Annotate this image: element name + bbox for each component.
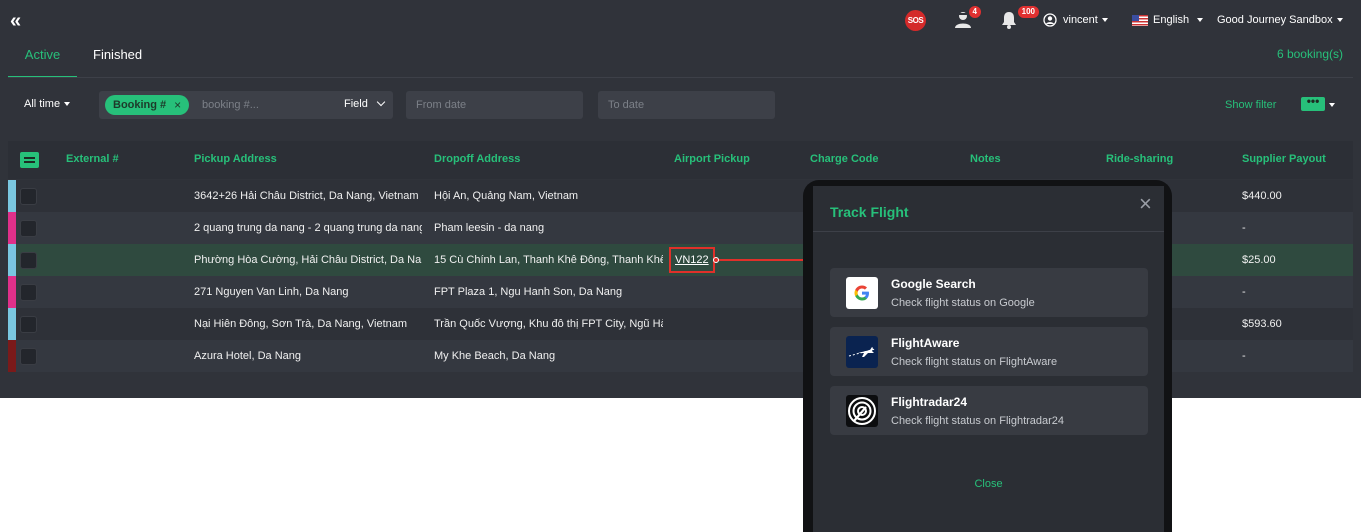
- row-status-strip: [8, 340, 16, 372]
- option-name: Google Search: [891, 277, 976, 291]
- option-name: Flightradar24: [891, 395, 968, 409]
- option-flightaware[interactable]: FlightAware Check flight status on Fligh…: [830, 327, 1148, 376]
- to-date-input[interactable]: [598, 91, 775, 119]
- row-checkbox[interactable]: [20, 252, 37, 269]
- column-header-pickup[interactable]: Pickup Address: [194, 153, 277, 165]
- option-name: FlightAware: [891, 336, 960, 350]
- column-header-ride-sharing[interactable]: Ride-sharing: [1106, 153, 1173, 165]
- more-actions-button[interactable]: •••: [1301, 95, 1325, 111]
- row-status-strip: [8, 244, 16, 276]
- flightaware-logo-icon: [846, 336, 878, 368]
- sos-button[interactable]: SOS: [905, 10, 926, 31]
- cell-pickup: 3642+26 Hải Châu District, Da Nang, Viet…: [194, 190, 419, 202]
- row-checkbox[interactable]: [20, 348, 37, 365]
- user-caret-icon: [1101, 18, 1108, 22]
- cell-dropoff: Trần Quốc Vượng, Khu đô thị FPT City, Ng…: [434, 318, 663, 330]
- column-header-airport[interactable]: Airport Pickup: [674, 153, 750, 165]
- user-menu[interactable]: vincent: [1043, 10, 1108, 30]
- time-range-caret-icon: [64, 102, 71, 106]
- cell-pickup: 2 quang trung da nang - 2 quang trung da…: [194, 222, 422, 234]
- column-header-supplier-payout[interactable]: Supplier Payout: [1242, 153, 1326, 165]
- row-checkbox[interactable]: [20, 220, 37, 237]
- search-input[interactable]: [202, 97, 322, 113]
- close-icon[interactable]: ×: [1139, 193, 1152, 215]
- cell-pickup: Phường Hòa Cường, Hải Châu District, Da …: [194, 254, 422, 266]
- top-bar: « SOS 4 100 vincent English Good Journey…: [0, 0, 1361, 40]
- row-status-strip: [8, 276, 16, 308]
- collapse-sidebar-icon[interactable]: «: [10, 11, 30, 31]
- language-select[interactable]: English: [1132, 10, 1204, 30]
- cell-dropoff: My Khe Beach, Da Nang: [434, 350, 556, 362]
- tab-active[interactable]: Active: [8, 42, 77, 78]
- cell-pickup: Nại Hiên Đông, Sơn Trà, Da Nang, Vietnam: [194, 318, 408, 330]
- time-range-label: All time: [24, 98, 61, 110]
- option-flightradar24[interactable]: Flightradar24 Check flight status on Fli…: [830, 386, 1148, 435]
- bell-icon: 100: [999, 6, 1039, 30]
- driver-alerts-button[interactable]: 4: [953, 6, 981, 30]
- annotation-arrow-line: [717, 259, 805, 261]
- row-checkbox[interactable]: [20, 284, 37, 301]
- driver-icon: 4: [953, 6, 981, 30]
- cell-dropoff: Pham leesin - da nang: [434, 222, 545, 234]
- time-range-select[interactable]: All time: [24, 98, 71, 110]
- booking-count: 6 booking(s): [1276, 47, 1343, 61]
- language-label: English: [1153, 14, 1190, 26]
- modal-divider: [813, 231, 1164, 232]
- track-flight-modal: Track Flight × Google Search Check fligh…: [813, 186, 1164, 532]
- option-description: Check flight status on Google: [891, 297, 1035, 309]
- cell-payout: $25.00: [1242, 254, 1276, 266]
- option-description: Check flight status on FlightAware: [891, 356, 1058, 368]
- option-google-search[interactable]: Google Search Check flight status on Goo…: [830, 268, 1148, 317]
- notifications-badge: 100: [1017, 6, 1039, 18]
- column-header-notes[interactable]: Notes: [970, 153, 1001, 165]
- search-group: Booking # × Field: [99, 91, 393, 119]
- account-label: Good Journey Sandbox: [1217, 14, 1333, 26]
- column-header-external[interactable]: External #: [66, 153, 119, 165]
- modal-close-button[interactable]: Close: [813, 478, 1164, 490]
- option-description: Check flight status on Flightradar24: [891, 415, 1065, 427]
- column-header-dropoff[interactable]: Dropoff Address: [434, 153, 520, 165]
- column-settings-icon[interactable]: [20, 152, 39, 168]
- user-avatar-icon: [1043, 13, 1057, 27]
- airport-flight-link[interactable]: VN122: [675, 254, 709, 266]
- notifications-button[interactable]: 100: [999, 6, 1039, 30]
- row-status-strip: [8, 180, 16, 212]
- from-date-input[interactable]: [406, 91, 583, 119]
- modal-title: Track Flight: [830, 204, 909, 220]
- more-actions-caret-icon[interactable]: [1329, 103, 1335, 107]
- field-select[interactable]: Field: [344, 97, 386, 110]
- tab-finished[interactable]: Finished: [93, 42, 142, 78]
- cell-payout: -: [1242, 286, 1246, 298]
- cell-pickup: 271 Nguyen Van Linh, Da Nang: [194, 286, 349, 298]
- account-select[interactable]: Good Journey Sandbox: [1217, 10, 1343, 30]
- cell-payout: $440.00: [1242, 190, 1282, 202]
- column-header-charge-code[interactable]: Charge Code: [810, 153, 878, 165]
- flightradar24-logo-icon: [846, 395, 878, 427]
- cell-pickup: Azura Hotel, Da Nang: [194, 350, 301, 362]
- chip-remove-icon[interactable]: ×: [174, 98, 181, 112]
- language-caret-icon: [1197, 18, 1204, 22]
- cell-dropoff: FPT Plaza 1, Ngu Hanh Son, Da Nang: [434, 286, 623, 298]
- row-status-strip: [8, 308, 16, 340]
- filter-chip-booking[interactable]: Booking # ×: [105, 95, 190, 115]
- field-select-label: Field: [344, 98, 368, 110]
- row-checkbox[interactable]: [20, 188, 37, 205]
- cell-payout: -: [1242, 222, 1246, 234]
- us-flag-icon: [1132, 14, 1148, 26]
- google-logo-icon: [846, 277, 878, 309]
- cell-payout: $593.60: [1242, 318, 1282, 330]
- driver-alerts-badge: 4: [968, 6, 981, 18]
- show-filter-link[interactable]: Show filter: [1225, 99, 1276, 111]
- booking-tabs: Active Finished: [8, 42, 142, 78]
- cell-dropoff: 15 Cù Chính Lan, Thanh Khê Đông, Thanh K…: [434, 254, 663, 266]
- annotation-arrow-dot: [713, 257, 719, 263]
- user-name: vincent: [1063, 14, 1098, 26]
- chevron-down-icon: [376, 97, 386, 107]
- cell-payout: -: [1242, 350, 1246, 362]
- row-checkbox[interactable]: [20, 316, 37, 333]
- cell-dropoff: Hội An, Quảng Nam, Vietnam: [434, 190, 579, 202]
- account-caret-icon: [1336, 18, 1343, 22]
- filter-chip-label: Booking #: [113, 99, 167, 111]
- row-status-strip: [8, 212, 16, 244]
